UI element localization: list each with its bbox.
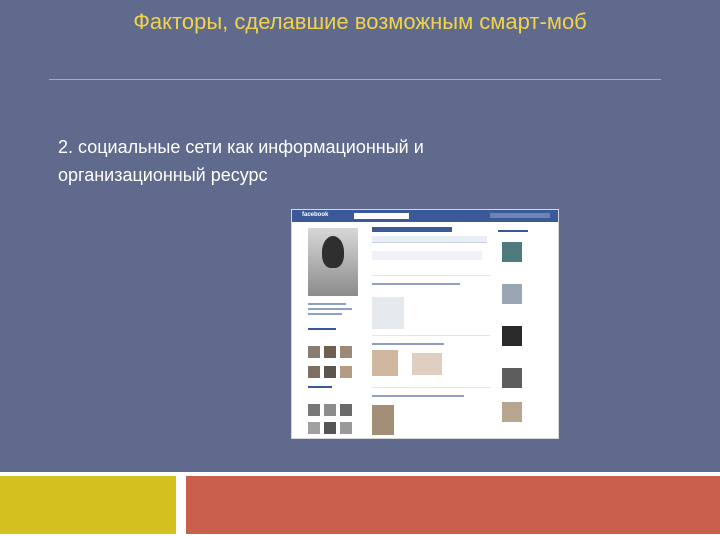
ad-image <box>502 368 522 388</box>
body-line-2: организационный ресурс <box>58 165 268 185</box>
friend-thumbnail <box>340 346 352 358</box>
friend-thumbnail <box>308 346 320 358</box>
profile-photo <box>308 228 358 296</box>
wall-post-divider <box>372 335 490 336</box>
ad-image <box>502 326 522 346</box>
friend-thumbnail <box>324 422 336 434</box>
wall-post-divider <box>372 275 490 276</box>
wall-post-image <box>372 405 394 435</box>
profile-section-header <box>308 386 332 388</box>
ad-image <box>502 242 522 262</box>
friend-thumbnail <box>340 366 352 378</box>
slide-body-text: 2. социальные сети как информационный и … <box>58 133 618 189</box>
facebook-top-bar: facebook <box>292 210 558 222</box>
slide-title: Факторы, сделавшие возможным смарт-моб <box>133 9 587 34</box>
profile-name <box>372 227 452 232</box>
friend-thumbnail <box>308 366 320 378</box>
facebook-search-box <box>354 213 409 219</box>
friend-thumbnail <box>340 404 352 416</box>
slide: Факторы, сделавшие возможным смарт-моб 2… <box>0 0 720 540</box>
friend-thumbnail <box>308 404 320 416</box>
profile-info-line <box>308 303 346 305</box>
profile-sidebar <box>308 228 358 438</box>
footer-right-block <box>186 476 720 534</box>
body-line-1: 2. социальные сети как информационный и <box>58 137 424 157</box>
facebook-top-links <box>490 213 550 218</box>
friend-thumbnail <box>324 404 336 416</box>
friend-thumbnail <box>324 366 336 378</box>
friend-thumbnail <box>308 422 320 434</box>
title-divider <box>49 79 661 80</box>
ad-image <box>502 284 522 304</box>
wall-post-divider <box>372 387 490 388</box>
facebook-logo: facebook <box>302 212 329 218</box>
sidebar-header <box>498 230 528 232</box>
friend-thumbnail <box>340 422 352 434</box>
wall-post-text <box>372 343 444 345</box>
wall-post-image <box>372 350 398 376</box>
ad-image <box>502 402 522 422</box>
wall-post-image <box>412 353 442 375</box>
slide-content-area: Факторы, сделавшие возможным смарт-моб 2… <box>0 0 720 472</box>
profile-info-line <box>308 313 342 315</box>
right-sidebar <box>498 230 546 430</box>
footer-left-block <box>0 476 176 534</box>
wall-post-text <box>372 283 460 285</box>
friend-thumbnail <box>324 346 336 358</box>
status-box <box>372 251 482 260</box>
profile-wall <box>372 227 492 435</box>
facebook-screenshot: facebook <box>292 210 558 438</box>
wall-post-text <box>372 395 464 397</box>
profile-tabs <box>372 236 487 243</box>
profile-section-header <box>308 328 336 330</box>
wall-post-image <box>372 297 404 329</box>
profile-info-line <box>308 308 352 310</box>
